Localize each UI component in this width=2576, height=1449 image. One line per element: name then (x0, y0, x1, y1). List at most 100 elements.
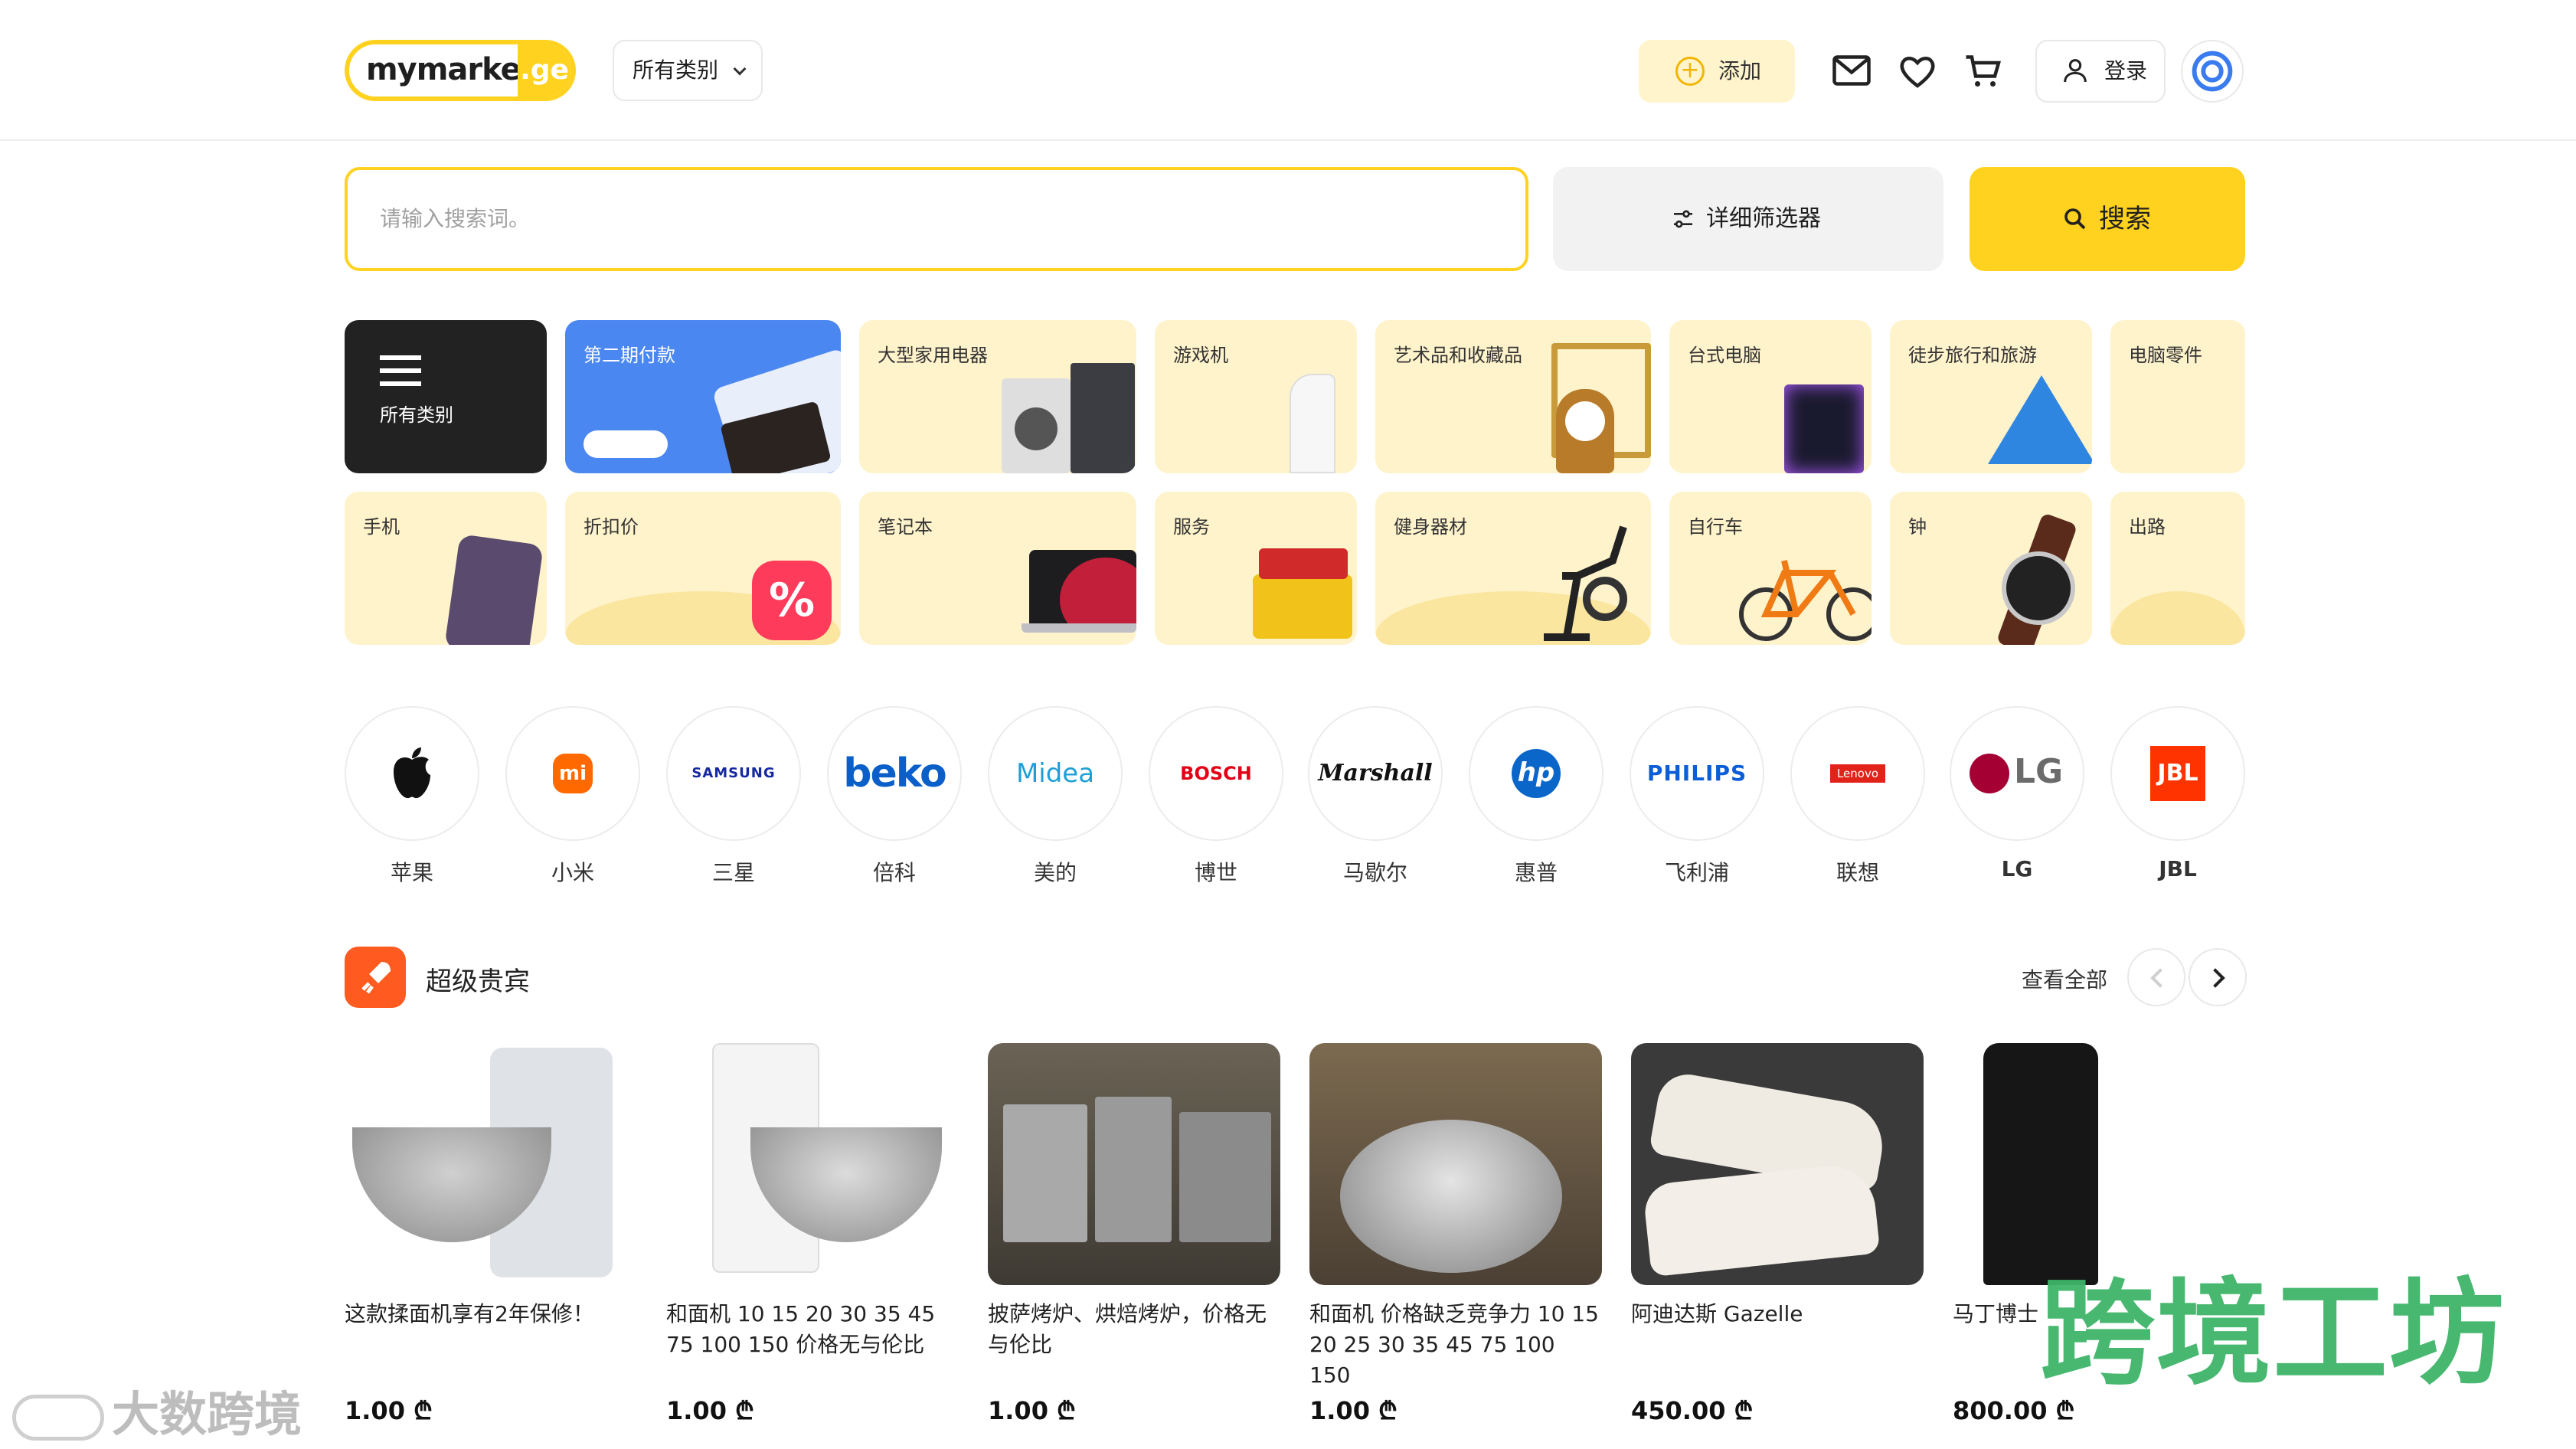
percent-icon: % (752, 561, 832, 640)
category-fitness[interactable]: 健身器材 (1375, 492, 1651, 645)
category-outlet[interactable]: 出路 (2110, 492, 2245, 645)
category-label: 台式电脑 (1688, 345, 1761, 366)
category-dropdown[interactable]: 所有类别 (613, 40, 763, 101)
fridge-image (1071, 363, 1135, 473)
console-image (1290, 374, 1335, 473)
heart-icon[interactable] (1894, 47, 1940, 93)
category-services[interactable]: 服务 (1155, 492, 1357, 645)
apple-logo-icon (394, 747, 430, 799)
add-listing-label: 添加 (1718, 58, 1762, 83)
product-image (345, 1043, 637, 1285)
category-label: 笔记本 (878, 516, 933, 538)
chevron-right-icon (2205, 968, 2225, 988)
brand-jbl[interactable]: JBL JBL (2110, 706, 2245, 887)
brand-apple[interactable]: 苹果 (345, 706, 479, 887)
category-dropdown-label: 所有类别 (633, 57, 719, 83)
add-listing-button[interactable]: + 添加 (1639, 40, 1795, 103)
product-title: 这款揉面机享有2年保修！ (345, 1301, 594, 1326)
midea-logo: Midea (1015, 758, 1095, 789)
brand-name: 马歇尔 (1342, 860, 1407, 885)
category-label: 出路 (2129, 516, 2166, 538)
watermark-logo: 大数跨境 (12, 1375, 302, 1444)
category-watches[interactable]: 钟 (1890, 492, 2092, 645)
jbl-logo: JBL (2150, 746, 2205, 801)
search-icon (2064, 208, 2086, 230)
section-title: 超级贵宾 (426, 967, 530, 997)
watch-image (2002, 551, 2075, 625)
brand-philips[interactable]: PHILIPS 飞利浦 (1630, 706, 1764, 887)
category-label: 所有类别 (380, 404, 453, 426)
site-logo[interactable]: mymarket .ge (345, 40, 576, 101)
brand-name: 联想 (1836, 860, 1879, 885)
brand-samsung[interactable]: SAMSUNG 三星 (666, 706, 801, 887)
product-image (988, 1043, 1280, 1285)
login-button[interactable]: 登录 (2035, 40, 2166, 103)
view-all-link[interactable]: 查看全部 (2022, 963, 2107, 994)
category-phones[interactable]: 手机 (345, 492, 547, 645)
brand-lg[interactable]: LG LG (1950, 706, 2084, 887)
product-image (1309, 1043, 1602, 1285)
category-label: 折扣价 (584, 516, 639, 538)
category-art[interactable]: 艺术品和收藏品 (1375, 320, 1651, 473)
watermark-text-left: 大数跨境 (112, 1386, 302, 1442)
carousel-next-button[interactable] (2189, 948, 2247, 1006)
advanced-filter-button[interactable]: 详细筛选器 (1553, 167, 1943, 271)
brand-beko[interactable]: beko 倍科 (827, 706, 962, 887)
lenovo-logo: Lenovo (1830, 764, 1885, 783)
product-title: 和面机 10 15 20 30 35 45 75 100 150 价格无与伦比 (666, 1301, 936, 1357)
category-installments[interactable]: 第二期付款 (565, 320, 841, 473)
brand-name: 飞利浦 (1664, 860, 1729, 885)
product-price: 450.00 ₾ (1631, 1396, 1754, 1425)
philips-logo: PHILIPS (1646, 760, 1747, 786)
category-label: 电脑零件 (2129, 345, 2202, 366)
category-discounts[interactable]: 折扣价 % (565, 492, 841, 645)
search-button[interactable]: 搜索 (1970, 167, 2245, 271)
category-all[interactable]: 所有类别 (345, 320, 547, 473)
lg-face-icon (1970, 754, 2009, 793)
watermark-text: 跨境工坊 (2040, 1266, 2506, 1401)
brand-marshall[interactable]: Marshall 马歇尔 (1308, 706, 1443, 887)
carousel-prev-button[interactable] (2127, 948, 2185, 1006)
brand-bosch[interactable]: BOSCH 博世 (1149, 706, 1283, 887)
brand-name: JBL (2159, 856, 2197, 882)
category-laptops[interactable]: 笔记本 (859, 492, 1136, 645)
category-hiking[interactable]: 徒步旅行和旅游 (1890, 320, 2092, 473)
category-pc-parts[interactable]: 电脑零件 (2110, 320, 2245, 473)
brand-name: 三星 (711, 860, 755, 885)
payment-badges (584, 430, 668, 458)
account-avatar[interactable] (2181, 40, 2244, 103)
brand-name: 小米 (551, 860, 594, 885)
category-desktops[interactable]: 台式电脑 (1669, 320, 1872, 473)
xiaomi-logo: mi (553, 754, 593, 793)
brand-name: 美的 (1033, 860, 1077, 885)
phone-image (444, 534, 544, 645)
clock-image (1556, 389, 1614, 473)
category-label: 健身器材 (1394, 516, 1467, 538)
user-icon (2064, 59, 2087, 83)
category-label: 游戏机 (1173, 345, 1228, 366)
category-appliances[interactable]: 大型家用电器 (859, 320, 1136, 473)
brand-midea[interactable]: Midea 美的 (988, 706, 1123, 887)
wave-decoration (2110, 591, 2245, 645)
chevron-down-icon (733, 62, 747, 76)
cart-icon[interactable] (1960, 47, 2006, 93)
product-price: 1.00 ₾ (666, 1396, 754, 1425)
advanced-filter-label: 详细筛选器 (1706, 205, 1821, 232)
product-price: 1.00 ₾ (1309, 1396, 1398, 1425)
product-title: 阿迪达斯 Gazelle (1631, 1301, 1803, 1326)
sliders-icon (1674, 210, 1692, 228)
category-label: 自行车 (1688, 516, 1743, 538)
tent-image (1988, 375, 2092, 464)
header: mymarket .ge 所有类别 + 添加 登录 (0, 0, 2576, 141)
brand-xiaomi[interactable]: mi 小米 (505, 706, 640, 887)
brand-name: 博世 (1194, 860, 1237, 885)
brand-hp[interactable]: hp 惠普 (1469, 706, 1603, 887)
category-consoles[interactable]: 游戏机 (1155, 320, 1357, 473)
product-price: 1.00 ₾ (988, 1396, 1076, 1425)
category-label: 服务 (1173, 516, 1210, 538)
category-label: 徒步旅行和旅游 (1908, 345, 2037, 366)
search-input[interactable]: 请输入搜索词。 (345, 167, 1528, 271)
mail-icon[interactable] (1829, 47, 1875, 93)
brand-lenovo[interactable]: Lenovo 联想 (1790, 706, 1925, 887)
category-bicycles[interactable]: 自行车 (1669, 492, 1872, 645)
